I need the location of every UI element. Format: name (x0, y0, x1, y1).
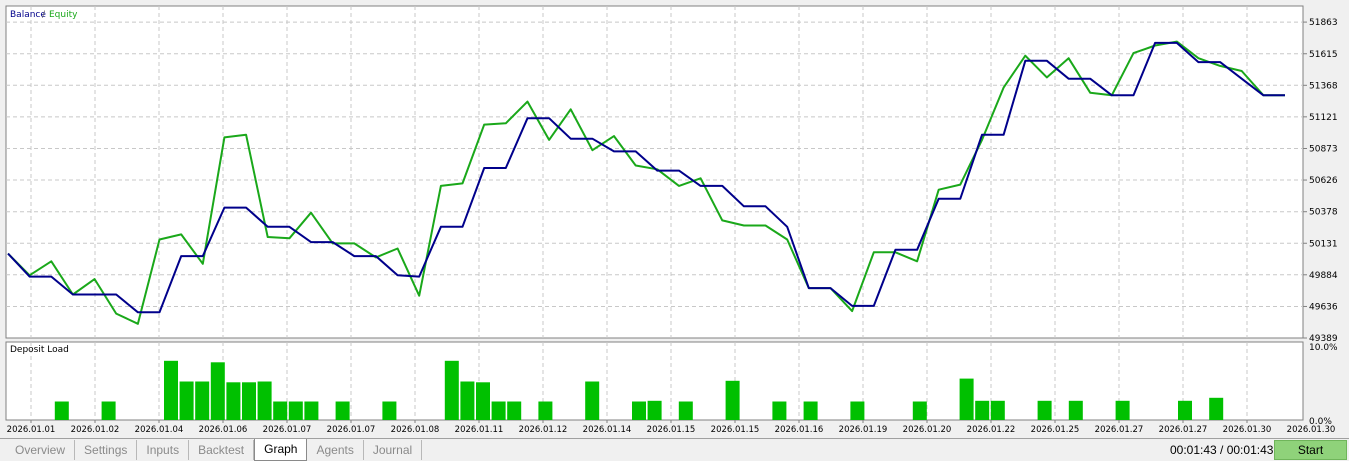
x-tick-label: 2026.01.01 (7, 425, 56, 435)
tab-list: Overview Settings Inputs Backtest Graph … (6, 439, 423, 461)
y-tick-label: 51615 (1309, 50, 1338, 60)
x-tick-label: 2026.01.19 (839, 425, 888, 435)
x-tick-label: 2026.01.16 (775, 425, 824, 435)
deposit-load-bar (772, 401, 787, 420)
deposit-load-bar (1209, 397, 1224, 420)
chart-area: 51863 51615 51368 51121 50873 50626 50378 50131… (0, 0, 1349, 438)
x-tick-label: 2026.01.07 (263, 425, 312, 435)
deposit-load-bar (507, 401, 522, 420)
deposit-load-bar (632, 401, 646, 420)
tab-agents[interactable]: Agents (307, 440, 364, 460)
x-tick-label: 2026.01.02 (71, 425, 120, 435)
deposit-load-bar (242, 382, 256, 420)
y-tick-label: 51368 (1309, 81, 1338, 91)
tab-graph[interactable]: Graph (254, 439, 308, 461)
deposit-load-bar (304, 401, 319, 420)
deposit-y-tick-top: 10.0% (1309, 343, 1338, 353)
deposit-load-bar (990, 400, 1005, 420)
deposit-load-bar (101, 401, 116, 420)
x-tick-label: 2026.01.06 (199, 425, 248, 435)
deposit-load-bar (1037, 400, 1052, 420)
deposit-load-bar (476, 382, 490, 420)
deposit-load-bar (226, 382, 241, 420)
deposit-load-bar (335, 401, 350, 420)
legend-balance: Balance (10, 10, 46, 20)
tab-settings[interactable]: Settings (75, 440, 138, 460)
deposit-load-bar (647, 400, 662, 420)
deposit-load-bar (959, 378, 974, 420)
tester-tab-bar: Overview Settings Inputs Backtest Graph … (0, 438, 1349, 461)
y-tick-label: 49636 (1309, 302, 1338, 312)
deposit-load-bar (975, 400, 990, 420)
x-tick-label: 2026.01.20 (903, 425, 952, 435)
legend-equity: Equity (49, 10, 78, 20)
deposit-load-bar (1068, 400, 1083, 420)
x-tick-label: 2026.01.08 (391, 425, 440, 435)
x-tick-label: 2026.01.11 (455, 425, 504, 435)
x-tick-label: 2026.01.04 (135, 425, 184, 435)
deposit-load-bar (850, 401, 865, 420)
x-tick-label: 2026.01.30 (1287, 425, 1336, 435)
deposit-load-bar (179, 381, 194, 420)
deposit-load-bar (803, 401, 818, 420)
deposit-load-bar (444, 360, 459, 420)
deposit-load-bar (538, 401, 553, 420)
deposit-load-bar (288, 401, 303, 420)
deposit-load-bar (678, 401, 693, 420)
deposit-load-bar (164, 360, 178, 420)
deposit-load-bar (585, 381, 600, 420)
deposit-load-bar (912, 401, 927, 420)
y-tick-label: 51121 (1309, 113, 1338, 123)
tab-inputs[interactable]: Inputs (137, 440, 190, 460)
y-tick-label: 50378 (1309, 208, 1338, 218)
tab-backtest[interactable]: Backtest (189, 440, 255, 460)
deposit-load-bar (210, 362, 225, 420)
x-tick-label: 2026.01.07 (327, 425, 376, 435)
start-button[interactable]: Start (1274, 440, 1347, 460)
x-tick-label: 2026.01.25 (1031, 425, 1080, 435)
x-tick-label: 2026.01.15 (711, 425, 760, 435)
deposit-load-bar (1115, 400, 1130, 420)
x-tick-label: 2026.01.22 (967, 425, 1016, 435)
deposit-load-bar (491, 401, 506, 420)
deposit-load-bar (273, 401, 288, 420)
tab-overview[interactable]: Overview (6, 440, 76, 460)
balance-equity-chart: 51863 51615 51368 51121 50873 50626 50378 50131… (0, 0, 1349, 438)
deposit-load-bar (257, 381, 272, 420)
deposit-load-bar (382, 401, 397, 420)
x-tick-label: 2026.01.27 (1159, 425, 1208, 435)
deposit-load-bar (725, 380, 740, 420)
y-tick-label: 49884 (1309, 271, 1338, 281)
deposit-load-bar (460, 381, 475, 420)
y-tick-label: 50873 (1309, 145, 1338, 155)
main-plot-area (5, 5, 1304, 339)
elapsed-timer: 00:01:43 / 00:01:43 (1170, 443, 1274, 457)
y-tick-label: 51863 (1309, 18, 1338, 28)
x-tick-label: 2026.01.14 (583, 425, 632, 435)
x-tick-label: 2026.01.27 (1095, 425, 1144, 435)
deposit-load-bar (54, 401, 69, 420)
deposit-load-title: Deposit Load (10, 345, 69, 355)
deposit-load-bar (195, 381, 210, 420)
x-tick-label: 2026.01.12 (519, 425, 568, 435)
deposit-load-bar (1178, 400, 1192, 420)
y-tick-label: 50626 (1309, 176, 1338, 186)
x-tick-label: 2026.01.15 (647, 425, 696, 435)
tab-journal[interactable]: Journal (364, 440, 423, 460)
x-tick-label: 2026.01.30 (1223, 425, 1272, 435)
y-tick-label: 50131 (1309, 239, 1338, 249)
